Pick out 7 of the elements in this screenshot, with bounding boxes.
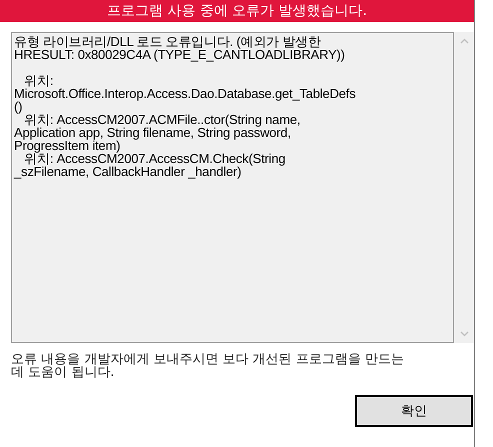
info-message: 오류 내용을 개발자에게 보내주시면 보다 개선된 프로그램을 만드는 데 도움이 됩니다. [11, 353, 405, 379]
window-title: 프로그램 사용 중에 오류가 발생했습니다. [106, 4, 368, 18]
scrollbar[interactable] [454, 32, 474, 343]
ok-button[interactable]: 확인 [355, 395, 473, 427]
scroll-up-icon[interactable] [460, 38, 468, 44]
error-details-text[interactable]: 유형 라이브러리/DLL 로드 오류입니다. (예외가 발생한 HRESULT: 0x80029C4A (TYPE_E_CANTLOADLIBRARY)) 위치: Microsoft.Office.Interop.Access.Dao.Database.get_TableDefs () 위치: AccessCM2007.ACMFile..ctor(String name, Application app, String filename, String password, ProgressItem item) 위치: AccessCM2007.AccessCM.Check(String _szFilename, CallbackHandler _handler) [11, 32, 454, 343]
scroll-down-icon[interactable] [460, 331, 468, 337]
